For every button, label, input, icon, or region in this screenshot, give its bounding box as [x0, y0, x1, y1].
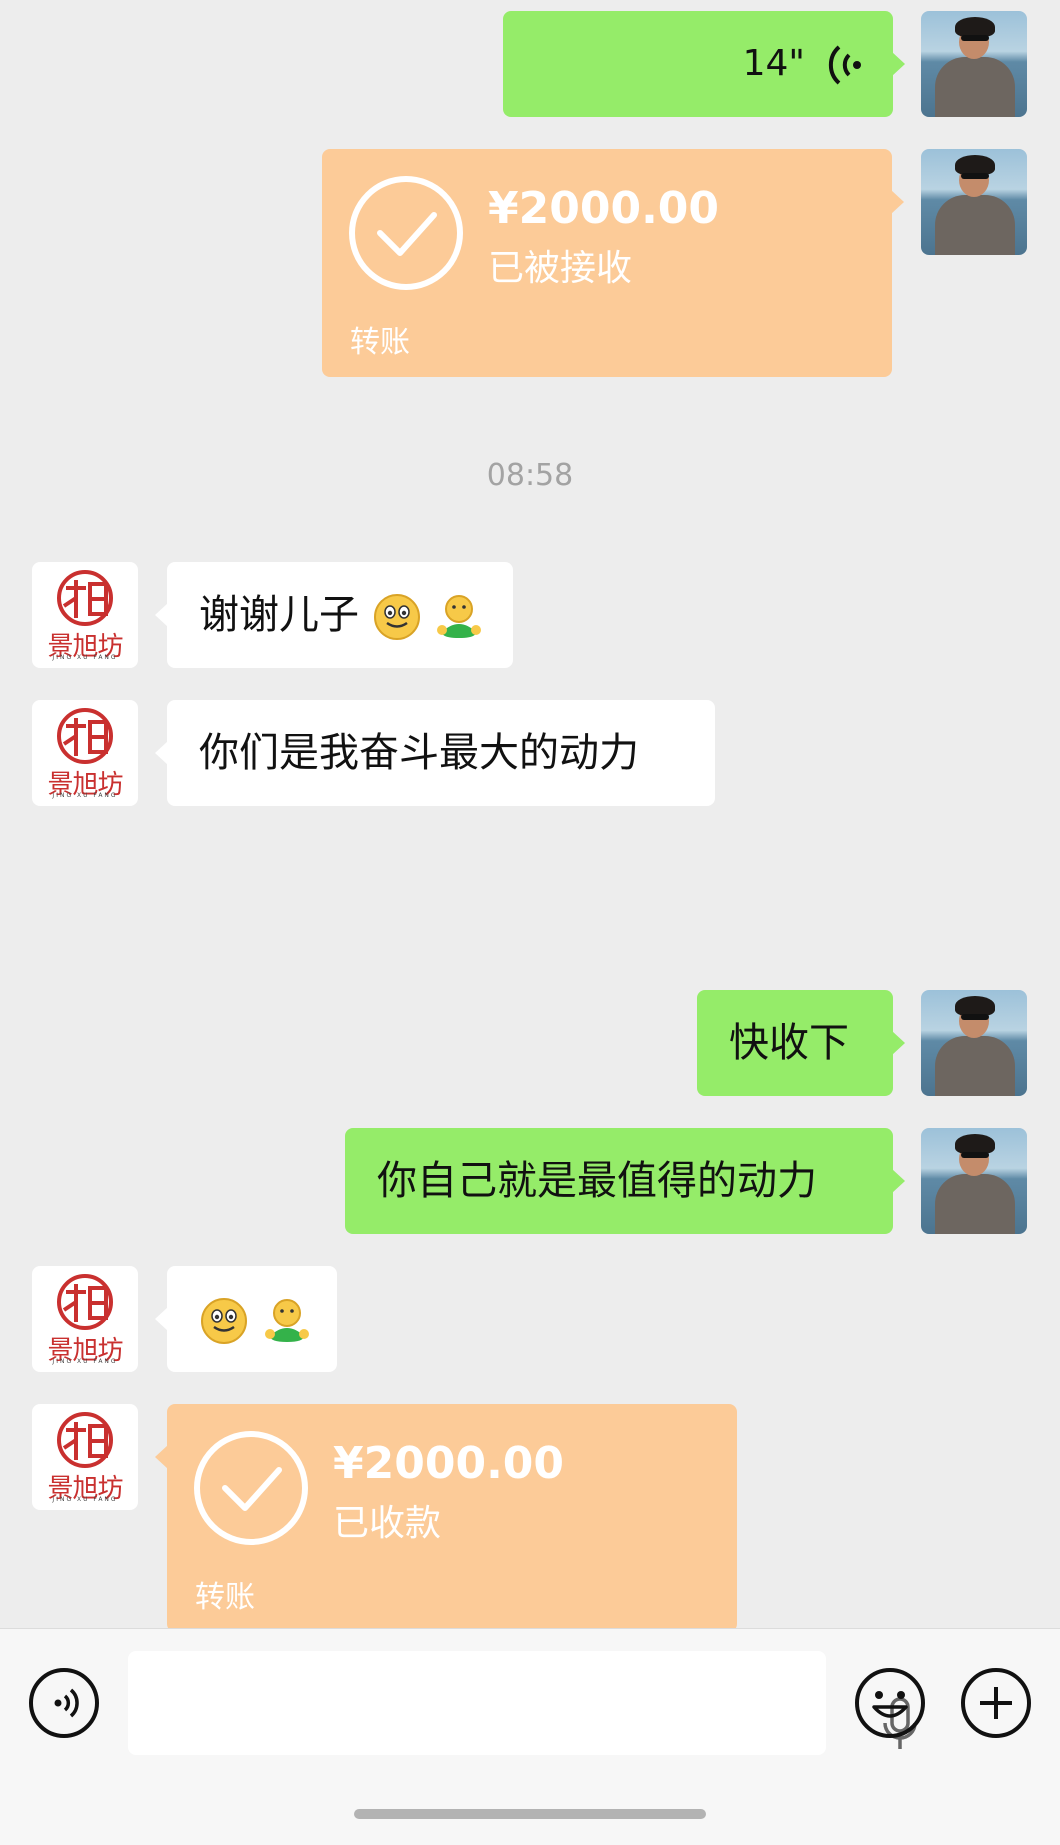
smile-emoji-icon: [201, 1298, 247, 1344]
check-circle-icon: [194, 1431, 308, 1545]
contact-avatar[interactable]: 景旭坊 JING XU FANG: [32, 1404, 138, 1510]
voice-wave-icon: [828, 45, 861, 85]
contact-avatar[interactable]: 景旭坊 JING XU FANG: [32, 562, 138, 668]
transfer-status: 已收款: [333, 1503, 442, 1544]
hug-emoji-icon: [437, 595, 482, 638]
seal-logo-icon: [57, 708, 113, 764]
transfer-amount: ¥2000.00: [488, 183, 720, 234]
contact-avatar[interactable]: 景旭坊 JING XU FANG: [32, 1266, 138, 1372]
message-input[interactable]: [128, 1651, 917, 1755]
seal-logo-icon: [57, 570, 113, 626]
message-text: 谢谢儿子: [199, 592, 359, 638]
transfer-label: 转账: [350, 325, 410, 360]
emoji-icon[interactable]: [854, 1667, 926, 1739]
transfer-sent-card[interactable]: ¥2000.00 已被接收 转账: [322, 149, 904, 377]
home-indicator[interactable]: [354, 1809, 706, 1819]
plus-icon[interactable]: [960, 1667, 1032, 1739]
seal-logo-icon: [57, 1412, 113, 1468]
my-avatar[interactable]: [921, 11, 1027, 117]
my-avatar[interactable]: [921, 149, 1027, 255]
transfer-status: 已被接收: [488, 248, 633, 289]
transfer-label: 转账: [195, 1580, 255, 1615]
input-bar: [0, 1628, 1060, 1845]
seal-logo-subtext: JING XU FANG: [52, 1496, 118, 1503]
message-text: 你们是我奋斗最大的动力: [199, 730, 639, 776]
message-timestamp: 08:58: [486, 458, 574, 493]
contact-avatar[interactable]: 景旭坊 JING XU FANG: [32, 700, 138, 806]
hug-emoji-icon: [264, 1299, 309, 1342]
chat-area[interactable]: 14" ¥2000.00 已被接收 转账 08:58 景旭坊 JING XU F…: [0, 0, 1060, 1628]
smile-emoji-icon: [373, 594, 420, 640]
transfer-amount: ¥2000.00: [333, 1438, 565, 1489]
message-bubble-emoji[interactable]: [155, 1266, 337, 1372]
message-bubble-accept[interactable]: 快收下: [697, 990, 905, 1096]
voice-mode-icon[interactable]: [28, 1667, 100, 1739]
message-text: 快收下: [729, 1020, 849, 1066]
seal-logo-icon: [57, 1274, 113, 1330]
seal-logo-subtext: JING XU FANG: [52, 654, 118, 661]
message-bubble-motivation[interactable]: 你们是我奋斗最大的动力: [155, 700, 715, 806]
seal-logo-subtext: JING XU FANG: [52, 1358, 118, 1365]
message-bubble-yourself[interactable]: 你自己就是最值得的动力: [345, 1128, 905, 1234]
voice-message-bubble[interactable]: 14": [503, 11, 905, 117]
message-text: 你自己就是最值得的动力: [377, 1158, 817, 1204]
my-avatar[interactable]: [921, 990, 1027, 1096]
check-circle-icon: [349, 176, 463, 290]
message-bubble-thanks[interactable]: 谢谢儿子: [155, 562, 513, 668]
seal-logo-subtext: JING XU FANG: [52, 792, 118, 799]
my-avatar[interactable]: [921, 1128, 1027, 1234]
voice-duration: 14": [742, 43, 805, 84]
transfer-received-card[interactable]: ¥2000.00 已收款 转账: [155, 1404, 737, 1628]
